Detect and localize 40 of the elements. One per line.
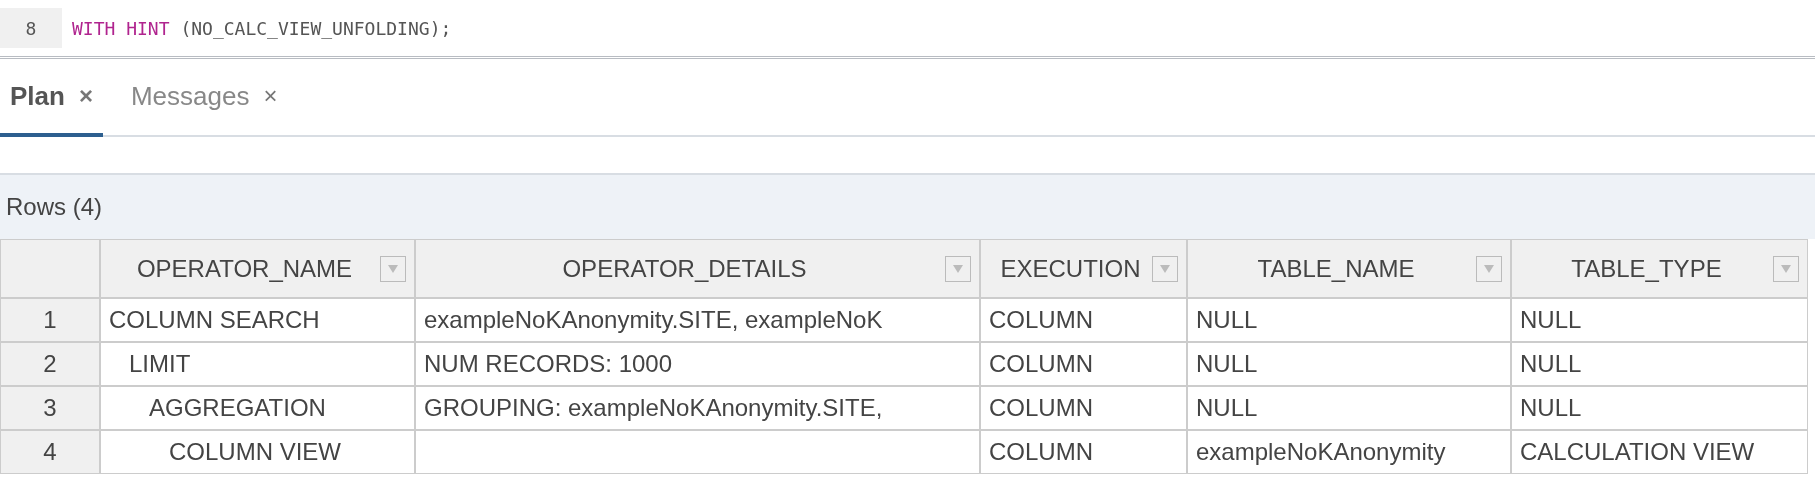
table-cell: NULL	[1187, 298, 1511, 342]
table-cell: GROUPING: exampleNoKAnonymity.SITE,	[415, 386, 980, 430]
table-cell: COLUMN	[980, 386, 1187, 430]
column-header[interactable]: TABLE_NAME	[1187, 239, 1511, 298]
table-cell: COLUMN	[980, 342, 1187, 386]
table-cell: COLUMN	[980, 298, 1187, 342]
tab[interactable]: Messages ×	[120, 59, 288, 137]
row-number: 4	[0, 430, 100, 474]
line-number: 8	[0, 8, 62, 48]
tab[interactable]: Plan ×	[0, 59, 103, 137]
table-cell: COLUMN VIEW	[100, 430, 415, 474]
table-cell: exampleNoKAnonymity.SITE, exampleNoK	[415, 298, 980, 342]
row-number: 3	[0, 386, 100, 430]
filter-icon[interactable]	[945, 255, 971, 282]
column-header[interactable]: OPERATOR_DETAILS	[415, 239, 980, 298]
column-header[interactable]: OPERATOR_NAME	[100, 239, 415, 298]
table-cell: COLUMN	[980, 430, 1187, 474]
filter-icon[interactable]	[1152, 255, 1178, 282]
table-cell: CALCULATION VIEW	[1511, 430, 1808, 474]
filter-icon[interactable]	[1773, 255, 1799, 282]
close-icon[interactable]: ×	[263, 82, 278, 110]
close-icon[interactable]: ×	[78, 82, 93, 110]
row-number: 1	[0, 298, 100, 342]
table-cell: NULL	[1511, 386, 1808, 430]
filter-icon[interactable]	[380, 255, 406, 282]
column-header[interactable]: TABLE_TYPE	[1511, 239, 1808, 298]
row-count: Rows (4)	[5, 193, 102, 221]
table-cell: NULL	[1187, 386, 1511, 430]
table-cell: NUM RECORDS: 1000	[415, 342, 980, 386]
table-cell: LIMIT	[100, 342, 415, 386]
column-header[interactable]: EXECUTION	[980, 239, 1187, 298]
table-cell: NULL	[1187, 342, 1511, 386]
table-cell: COLUMN SEARCH	[100, 298, 415, 342]
table-cell: NULL	[1511, 342, 1808, 386]
table-cell: AGGREGATION	[100, 386, 415, 430]
code-line: WITH HINT (NO_CALC_VIEW_UNFOLDING);	[72, 17, 452, 39]
table-cell: exampleNoKAnonymity	[1187, 430, 1511, 474]
filter-icon[interactable]	[1476, 255, 1502, 282]
row-number: 2	[0, 342, 100, 386]
table-cell: NULL	[1511, 298, 1808, 342]
